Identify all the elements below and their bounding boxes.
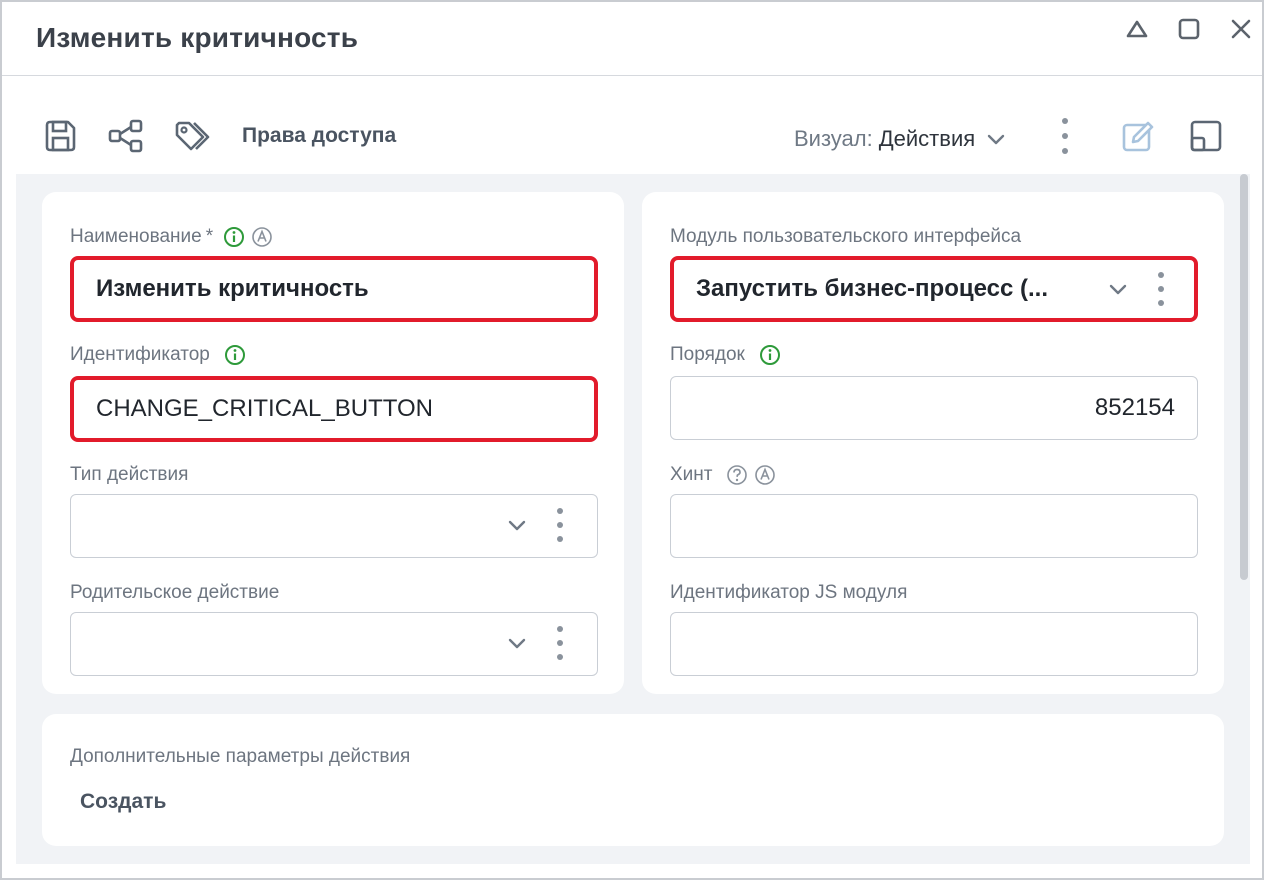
js-module-label: Идентификатор JS модуля [670,582,908,603]
order-label-text: Порядок [670,344,745,365]
name-label: Наименование * [70,226,273,248]
maximize-icon[interactable] [1172,12,1206,46]
auto-icon[interactable] [251,226,273,248]
name-value: Изменить критичность [96,275,369,302]
extra-params-title: Дополнительные параметры действия [70,746,411,767]
action-type-select[interactable] [70,494,598,558]
parent-action-label: Родительское действие [70,582,280,603]
create-button[interactable]: Создать [80,790,166,814]
chevron-down-icon[interactable] [505,513,529,537]
name-label-text: Наименование [70,226,202,247]
info-icon[interactable] [223,226,245,248]
action-type-label: Тип действия [70,464,189,485]
edit-icon[interactable] [1118,116,1158,156]
identifier-value: CHANGE_CRITICAL_BUTTON [96,395,433,422]
ui-module-value: Запустить бизнес-процесс (... [696,275,1048,302]
identifier-label: Идентификатор [70,344,246,366]
save-icon[interactable] [40,116,80,156]
visual-selector[interactable]: Визуал: Действия [794,126,1007,152]
hint-label-text: Хинт [670,464,713,485]
ui-module-more-icon[interactable] [1156,272,1166,306]
parent-action-select[interactable] [70,612,598,676]
visual-label: Визуал: [794,126,873,151]
title-bar: Изменить критичность [2,2,1262,76]
order-field[interactable]: 852154 [670,376,1198,440]
auto-icon[interactable] [754,464,776,486]
parent-action-more-icon[interactable] [555,626,565,660]
js-module-field[interactable] [670,612,1198,676]
chevron-down-icon [987,134,1005,145]
info-icon[interactable] [759,344,781,366]
visual-value: Действия [878,126,976,151]
required-mark: * [205,226,214,247]
order-value: 852154 [1094,394,1175,421]
dialog-title: Изменить критичность [36,22,359,53]
ui-module-label: Модуль пользовательского интерфейса [670,226,1022,247]
hint-label: Хинт [670,464,776,486]
share-icon[interactable] [106,116,146,156]
tags-icon[interactable] [172,116,212,156]
extra-params-card [42,714,1224,846]
help-icon[interactable] [726,464,748,486]
action-type-more-icon[interactable] [555,508,565,542]
identifier-field[interactable]: CHANGE_CRITICAL_BUTTON [70,376,598,442]
name-field[interactable]: Изменить критичность [70,256,598,322]
toolbar-more-icon[interactable] [1060,118,1070,154]
access-rights-button[interactable]: Права доступа [242,124,396,148]
ui-module-select[interactable]: Запустить бизнес-процесс (... [670,256,1198,322]
window-mode-icon[interactable] [1186,116,1226,156]
collapse-icon[interactable] [1120,12,1154,46]
dialog-window: Изменить критичность Права доступа Визуа… [0,0,1264,880]
chevron-down-icon[interactable] [1106,277,1130,301]
identifier-label-text: Идентификатор [70,344,210,365]
chevron-down-icon[interactable] [505,631,529,655]
order-label: Порядок [670,344,781,366]
close-icon[interactable] [1224,12,1258,46]
hint-field[interactable] [670,494,1198,558]
toolbar: Права доступа Визуал: Действия [2,102,1262,174]
info-icon[interactable] [224,344,246,366]
scrollbar[interactable] [1240,174,1248,580]
